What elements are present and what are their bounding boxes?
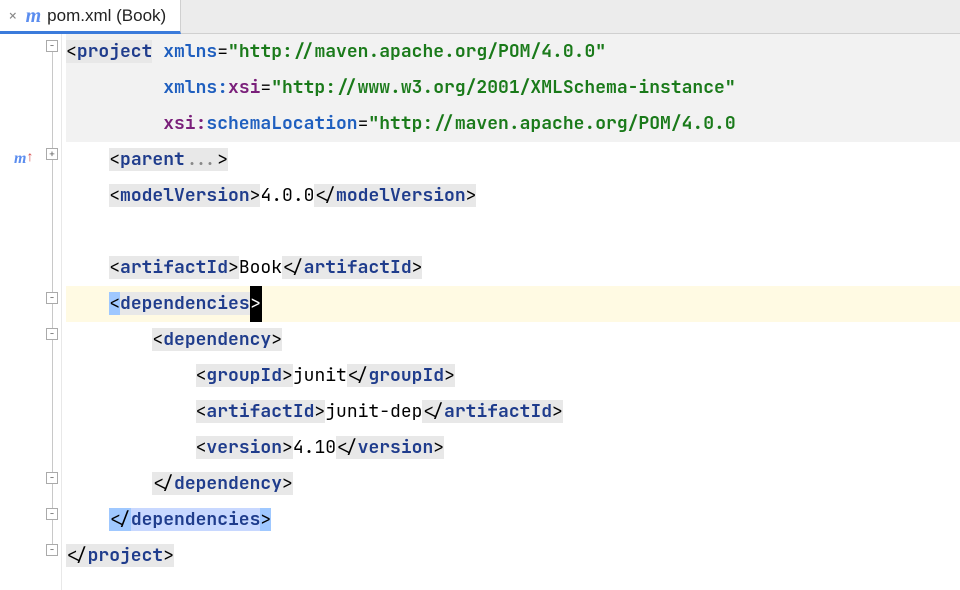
code-line[interactable]: <dependencies> <box>66 286 960 322</box>
code-line[interactable] <box>66 214 960 250</box>
code-area[interactable]: <project xmlns="http://maven.apache.org/… <box>62 34 960 590</box>
fold-toggle[interactable]: − <box>46 508 58 520</box>
fold-toggle[interactable]: − <box>46 292 58 304</box>
fold-toggle[interactable]: + <box>46 148 58 160</box>
maven-icon: m <box>26 6 42 26</box>
code-line[interactable]: <project xmlns="http://maven.apache.org/… <box>66 34 960 70</box>
text-caret: > <box>250 286 262 322</box>
fold-gutter: − + − − − − − <box>44 34 62 590</box>
code-line[interactable]: <artifactId>junit-dep</artifactId> <box>66 394 960 430</box>
code-line[interactable]: <version>4.10</version> <box>66 430 960 466</box>
editor-tab[interactable]: × m pom.xml (Book) <box>0 0 181 34</box>
fold-toggle[interactable]: − <box>46 544 58 556</box>
code-line[interactable]: <dependency> <box>66 322 960 358</box>
close-icon[interactable]: × <box>8 8 18 24</box>
tab-label: pom.xml (Book) <box>47 6 166 26</box>
code-line[interactable]: <parent...> <box>66 142 960 178</box>
code-line[interactable]: </project> <box>66 538 960 574</box>
code-line[interactable]: xmlns:xsi="http://www.w3.org/2001/XMLSch… <box>66 70 960 106</box>
code-line[interactable]: <artifactId>Book</artifactId> <box>66 250 960 286</box>
code-line[interactable]: <modelVersion>4.0.0</modelVersion> <box>66 178 960 214</box>
maven-gutter-icon[interactable]: m↑ <box>14 150 33 168</box>
fold-toggle[interactable]: − <box>46 472 58 484</box>
code-line[interactable]: <groupId>junit</groupId> <box>66 358 960 394</box>
code-line[interactable]: xsi:schemaLocation="http://maven.apache.… <box>66 106 960 142</box>
code-line[interactable]: </dependency> <box>66 466 960 502</box>
editor[interactable]: m↑ − + − − − − − <project xmlns="http://… <box>0 34 960 590</box>
fold-toggle[interactable]: − <box>46 40 58 52</box>
fold-toggle[interactable]: − <box>46 328 58 340</box>
tab-bar: × m pom.xml (Book) <box>0 0 960 34</box>
code-line[interactable]: </dependencies> <box>66 502 960 538</box>
icon-gutter: m↑ <box>0 34 44 590</box>
